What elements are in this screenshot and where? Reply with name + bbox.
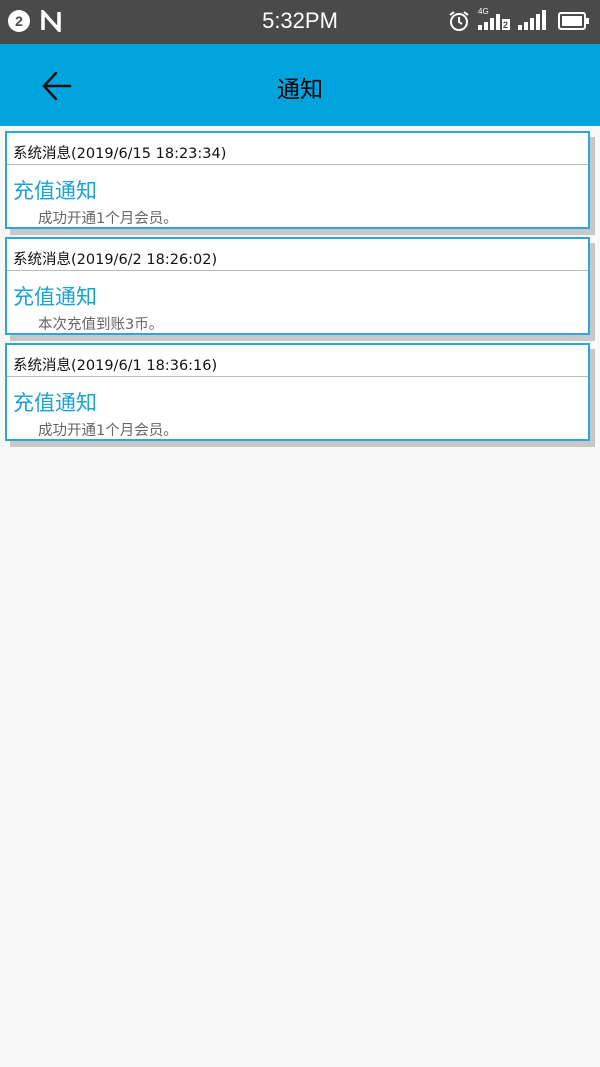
page-title: 通知 <box>277 77 323 103</box>
sim-slot-label: 2 <box>503 20 509 30</box>
battery-icon <box>558 12 589 30</box>
notification-body: 成功开通1个月会员。 <box>38 423 178 439</box>
notification-card[interactable]: 系统消息(2019/6/1 18:36:16) 充值通知 成功开通1个月会员。 <box>5 343 590 441</box>
notification-item: 系统消息(2019/6/2 18:26:02) 充值通知 本次充值到账3币。 <box>0 237 596 343</box>
notification-card[interactable]: 系统消息(2019/6/15 18:23:34) 充值通知 成功开通1个月会员。 <box>5 131 590 229</box>
notification-card[interactable]: 系统消息(2019/6/2 18:26:02) 充值通知 本次充值到账3币。 <box>5 237 590 335</box>
notification-list: 系统消息(2019/6/15 18:23:34) 充值通知 成功开通1个月会员。… <box>0 131 600 449</box>
signal-icon <box>518 10 546 30</box>
notification-item: 系统消息(2019/6/15 18:23:34) 充值通知 成功开通1个月会员。 <box>0 131 596 237</box>
signal-4g-icon: 4G 2 <box>478 7 510 32</box>
notification-title: 充值通知 <box>13 391 97 415</box>
notification-header: 系统消息(2019/6/2 18:26:02) <box>7 239 588 271</box>
notification-title: 充值通知 <box>13 285 97 309</box>
notification-header: 系统消息(2019/6/1 18:36:16) <box>7 345 588 377</box>
alarm-icon <box>449 11 469 31</box>
notification-header: 系统消息(2019/6/15 18:23:34) <box>7 133 588 165</box>
notification-body: 成功开通1个月会员。 <box>38 211 178 227</box>
app-bar: 通知 <box>0 44 600 126</box>
notification-body: 本次充值到账3币。 <box>38 317 164 333</box>
status-right: 4G 2 <box>448 7 590 32</box>
notification-title: 充值通知 <box>13 179 97 203</box>
status-bar: 2 5:32PM 4G 2 <box>0 0 600 44</box>
notification-item: 系统消息(2019/6/1 18:36:16) 充值通知 成功开通1个月会员。 <box>0 343 596 449</box>
